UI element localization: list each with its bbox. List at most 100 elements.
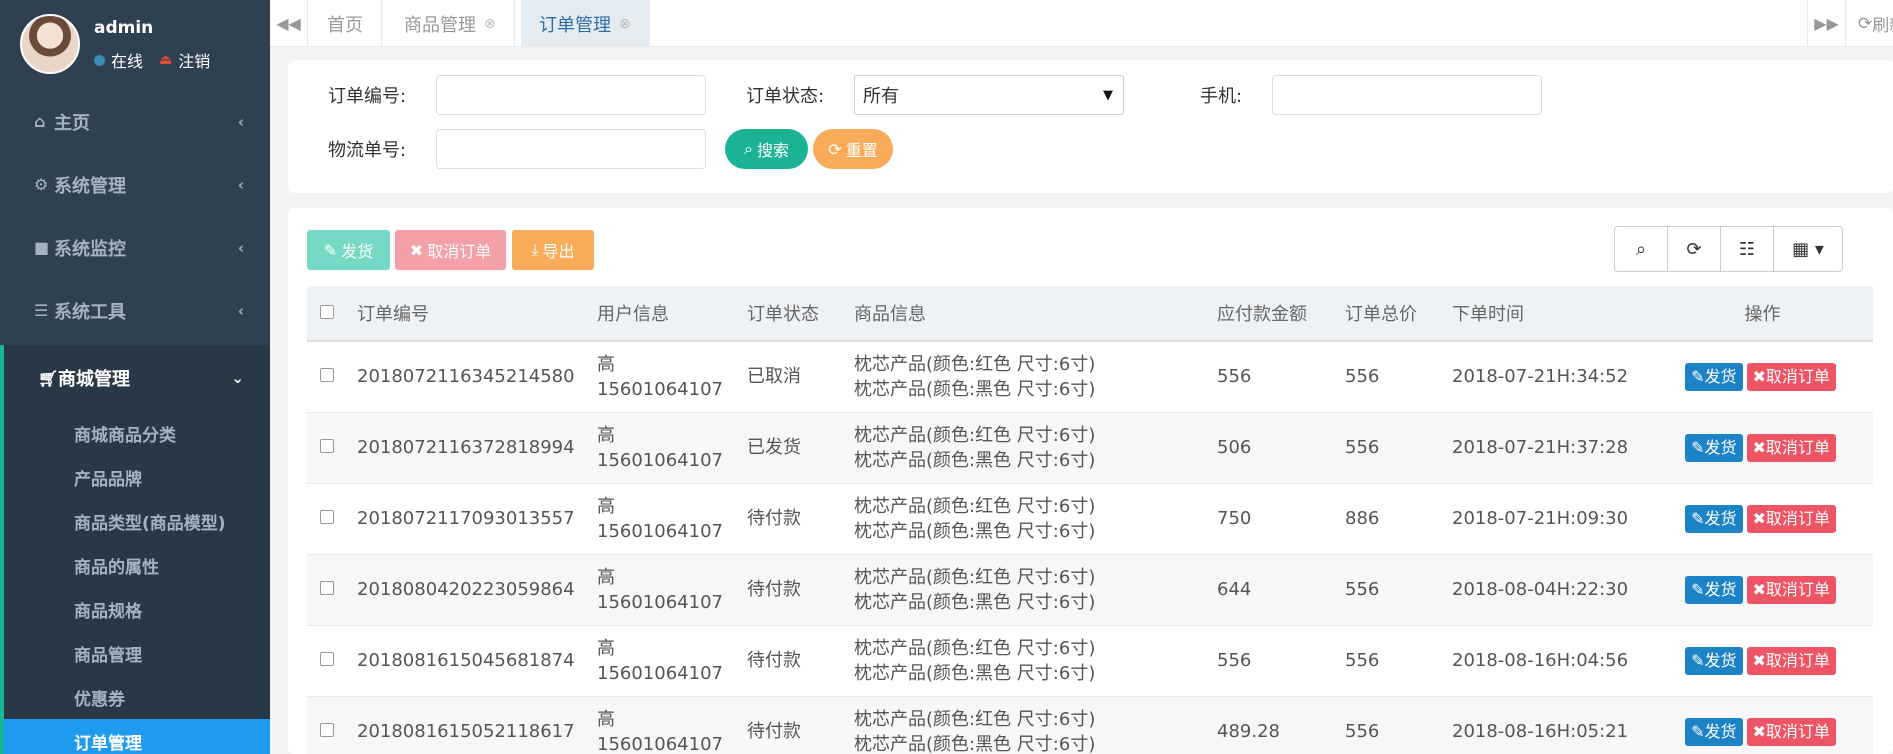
row-checkbox[interactable] [320, 652, 334, 666]
order-no-input[interactable] [436, 75, 706, 115]
export-button[interactable]: ⤓ 导出 [512, 230, 594, 270]
row-cancel-button[interactable]: ✖ 取消订单 [1746, 504, 1836, 533]
row-checkbox[interactable] [320, 581, 334, 595]
menu-item-mall[interactable]: 🛒︎ 商城管理 ⌄ [4, 345, 270, 411]
avatar[interactable] [20, 14, 80, 74]
sub-item-brand[interactable]: 产品品牌 [4, 455, 270, 499]
sub-item-type[interactable]: 商品类型(商品模型) [4, 499, 270, 543]
column-header[interactable]: 商品信息 [844, 286, 1207, 342]
order-status-value: 所有 [863, 86, 899, 107]
video-camera-icon: ■ [34, 238, 50, 257]
user-phone: 15601064107 [597, 733, 723, 754]
order-no-cell: 2018081615052118617 [347, 696, 587, 754]
menu-item-system[interactable]: ⚙ 系统管理 ‹ [0, 153, 270, 216]
order-status-cell: 已发货 [737, 412, 844, 484]
actions-cell: ✎ 发货 ✖ 取消订单 [1652, 483, 1873, 555]
reset-button-label: 重置 [845, 141, 878, 160]
search-toggle-button[interactable]: ⌕ [1615, 227, 1668, 271]
refresh-button[interactable]: ⟳ 刷新 [1845, 0, 1893, 47]
row-ship-button[interactable]: ✎ 发货 [1685, 575, 1743, 604]
sub-item-category[interactable]: 商城商品分类 [4, 411, 270, 455]
close-icon: ✖ [1752, 438, 1766, 457]
total-cell: 556 [1335, 412, 1442, 484]
close-icon[interactable]: ⊗ [484, 16, 496, 32]
tab-label: 商品管理 [404, 14, 476, 36]
select-all-cell [307, 286, 347, 342]
menu-item-home[interactable]: ⌂ 主页 ‹ [0, 90, 270, 153]
columns-button[interactable]: ▦ ▾ [1774, 227, 1842, 271]
search-button[interactable]: ⌕ 搜索 [725, 129, 808, 169]
column-header[interactable]: 应付款金额 [1207, 286, 1335, 342]
goods-line: 枕芯产品(颜色:黑色 尺寸:6寸) [854, 733, 1096, 754]
row-ship-button[interactable]: ✎ 发货 [1685, 433, 1743, 462]
row-cancel-button[interactable]: ✖ 取消订单 [1746, 575, 1836, 604]
edit-icon: ✎ [1691, 722, 1705, 741]
sub-item-attribute[interactable]: 商品的属性 [4, 543, 270, 587]
row-checkbox[interactable] [320, 368, 334, 383]
user-name: 高 [597, 637, 615, 659]
tab-scroll-left-button[interactable]: ◀◀ [270, 0, 308, 47]
row-cancel-button[interactable]: ✖ 取消订单 [1746, 433, 1836, 462]
row-ship-button[interactable]: ✎ 发货 [1685, 646, 1743, 675]
table-header-row: 订单编号 用户信息 订单状态 商品信息 应付款金额 订单总价 下单时间 操作 [307, 286, 1873, 342]
user-info-cell: 高 15601064107 [587, 341, 737, 413]
user-info-cell: 高 15601064107 [587, 412, 737, 484]
row-checkbox[interactable] [320, 510, 334, 524]
column-header[interactable]: 订单状态 [737, 286, 844, 342]
goods-line: 枕芯产品(颜色:红色 尺寸:6寸) [854, 353, 1096, 375]
user-name: 高 [597, 424, 615, 446]
row-ship-label: 发货 [1704, 509, 1737, 528]
select-cell [307, 483, 347, 555]
sub-item-spec[interactable]: 商品规格 [4, 587, 270, 631]
menu-item-tools[interactable]: ☰ 系统工具 ‹ [0, 279, 270, 342]
chevron-left-icon: ‹ [237, 175, 244, 194]
select-all-checkbox[interactable] [320, 304, 334, 319]
logout-icon[interactable]: ⏏ [159, 52, 172, 68]
row-ship-button[interactable]: ✎ 发货 [1685, 717, 1743, 746]
orders-table: 订单编号 用户信息 订单状态 商品信息 应付款金额 订单总价 下单时间 操作 2… [307, 286, 1873, 754]
logistics-input[interactable] [436, 129, 706, 169]
sub-item-goods[interactable]: 商品管理 [4, 631, 270, 675]
column-header[interactable]: 订单总价 [1335, 286, 1442, 342]
tab-scroll-right-button[interactable]: ▶▶ [1807, 0, 1845, 47]
tab-goods[interactable]: 商品管理 ⊗ [386, 0, 515, 47]
row-checkbox[interactable] [320, 723, 334, 737]
row-cancel-button[interactable]: ✖ 取消订单 [1746, 362, 1836, 391]
order-time-cell: 2018-08-04H:22:30 [1442, 554, 1652, 626]
toggle-view-button[interactable]: ☷ [1721, 227, 1774, 271]
column-header[interactable]: 订单编号 [347, 286, 587, 342]
close-icon[interactable]: ⊗ [619, 16, 631, 32]
list-icon: ☷ [1738, 238, 1756, 260]
menu-item-label: 系统管理 [54, 175, 126, 197]
row-ship-button[interactable]: ✎ 发货 [1685, 362, 1743, 391]
cancel-order-button[interactable]: ✖ 取消订单 [395, 230, 506, 270]
row-ship-button[interactable]: ✎ 发货 [1685, 504, 1743, 533]
column-header[interactable]: 用户信息 [587, 286, 737, 342]
goods-line: 枕芯产品(颜色:黑色 尺寸:6寸) [854, 378, 1096, 400]
table-row: 2018072116345214580 高 15601064107 已取消 枕芯产品(颜… [307, 341, 1873, 413]
order-status-select[interactable]: 所有 ▼ [854, 75, 1124, 115]
user-info-cell: 高 15601064107 [587, 483, 737, 555]
phone-input[interactable] [1272, 75, 1542, 115]
tab-orders[interactable]: 订单管理 ⊗ [521, 0, 650, 47]
sub-item-orders[interactable]: 订单管理 [4, 719, 270, 754]
column-header[interactable]: 下单时间 [1442, 286, 1652, 342]
refresh-icon: ⟳ [1686, 238, 1702, 260]
caret-down-icon: ▼ [1103, 87, 1113, 103]
row-cancel-button[interactable]: ✖ 取消订单 [1746, 717, 1836, 746]
edit-icon: ✎ [1691, 438, 1705, 457]
row-checkbox[interactable] [320, 439, 334, 453]
order-no-cell: 2018072117093013557 [347, 483, 587, 555]
tab-home[interactable]: 首页 [309, 0, 382, 47]
menu-item-label: 系统工具 [54, 301, 126, 323]
row-cancel-button[interactable]: ✖ 取消订单 [1746, 646, 1836, 675]
refresh-table-button[interactable]: ⟳ [1668, 227, 1721, 271]
double-right-icon: ▶▶ [1814, 14, 1839, 33]
sub-item-coupon[interactable]: 优惠券 [4, 675, 270, 719]
goods-line: 枕芯产品(颜色:红色 尺寸:6寸) [854, 637, 1096, 659]
reset-button[interactable]: ⟳ 重置 [813, 129, 893, 169]
ship-button[interactable]: ✎ 发货 [307, 230, 390, 270]
menu-item-monitor[interactable]: ■ 系统监控 ‹ [0, 216, 270, 279]
total-cell: 556 [1335, 625, 1442, 697]
logout-link[interactable]: 注销 [178, 48, 210, 72]
